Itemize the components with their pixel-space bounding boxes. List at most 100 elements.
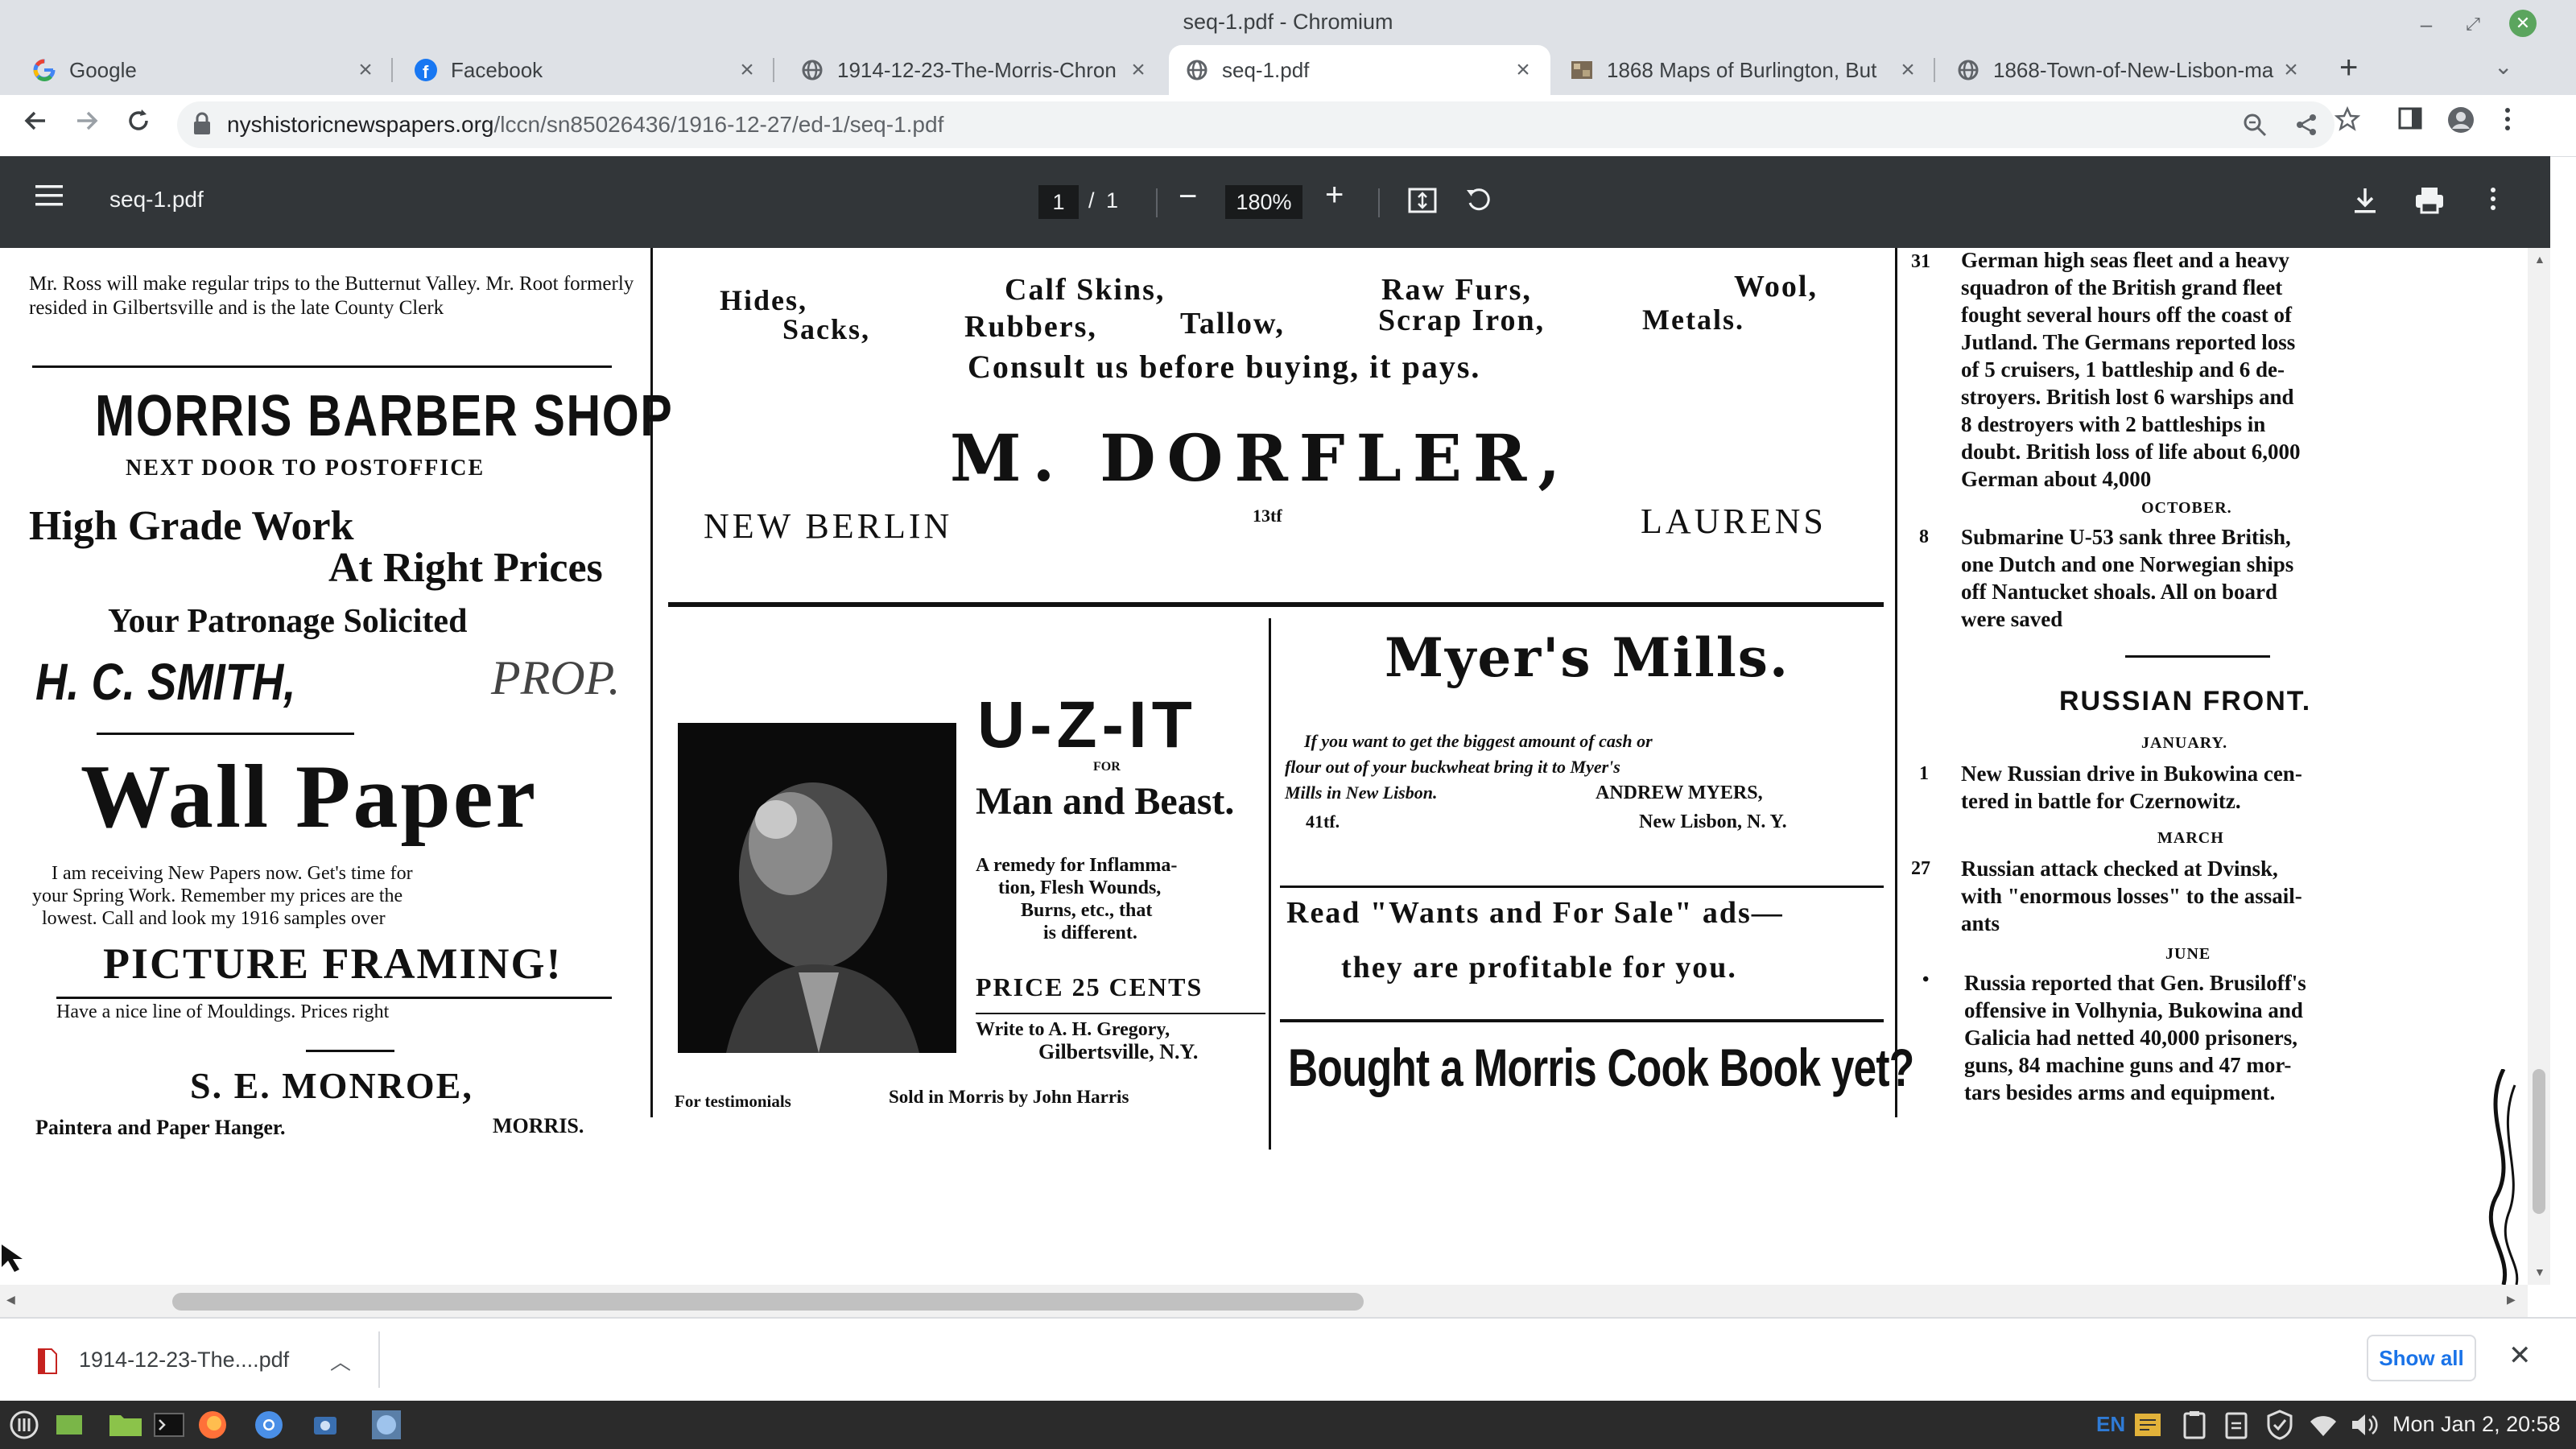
tab-close-icon[interactable]: ×	[1897, 56, 1919, 84]
new-tab-button[interactable]: +	[2339, 50, 2358, 86]
tab-close-icon[interactable]: ×	[354, 56, 377, 84]
window-title: seq-1.pdf - Chromium	[1183, 10, 1393, 34]
terminal-icon[interactable]	[153, 1409, 185, 1441]
ad-subline: NEXT DOOR TO POSTOFFICE	[126, 456, 485, 481]
forward-button[interactable]	[68, 106, 106, 145]
tab-close-icon[interactable]: ×	[2280, 56, 2302, 84]
svg-text:f: f	[423, 62, 429, 82]
browser-menu-icon[interactable]	[2504, 106, 2512, 138]
rotate-icon[interactable]	[1463, 185, 1494, 220]
maximize-button[interactable]: ⤢	[2457, 8, 2489, 40]
ad-line: High Grade Work	[29, 503, 354, 549]
screenshot-tool-icon[interactable]	[309, 1409, 341, 1441]
taskbar-clock[interactable]: Mon Jan 2, 20:58	[2392, 1412, 2561, 1437]
scroll-up-arrow-icon[interactable]: ▲	[2534, 253, 2545, 266]
pdf-more-menu-icon[interactable]	[2489, 185, 2497, 217]
hamburger-menu-icon[interactable]	[35, 184, 64, 212]
tab-google[interactable]: Google ×	[16, 45, 393, 95]
tab-label: 1868-Town-of-New-Lisbon-ma	[1993, 57, 2274, 82]
tab-seq-1-pdf[interactable]: seq-1.pdf ×	[1169, 45, 1550, 95]
ad-footer: For testimonials	[675, 1092, 791, 1111]
chronology-line: offensive in Volhynia, Bukowina and	[1964, 998, 2303, 1022]
chevron-up-icon[interactable]: ︿	[330, 1346, 351, 1376]
print-icon[interactable]	[2413, 185, 2446, 220]
chronology-line: tars besides arms and equipment.	[1964, 1080, 2276, 1104]
scroll-left-arrow-icon[interactable]: ◀	[6, 1293, 15, 1307]
back-button[interactable]	[16, 106, 55, 145]
download-item[interactable]: 1914-12-23-The....pdf ︿	[24, 1331, 380, 1388]
pdf-toolbar: seq-1.pdf 1 / 1 − 180% +	[0, 156, 2550, 248]
ad-body-line: MORRIS.	[493, 1114, 584, 1137]
vertical-scrollbar[interactable]: ▲ ▼	[2528, 248, 2550, 1285]
chromium-icon[interactable]	[253, 1409, 285, 1441]
tab-close-icon[interactable]: ×	[1127, 56, 1150, 84]
page-total: 1	[1106, 188, 1119, 213]
keyboard-layout-indicator[interactable]: EN	[2096, 1412, 2125, 1437]
wifi-icon[interactable]	[2307, 1409, 2339, 1441]
ad-body-line: is different.	[1043, 923, 1137, 943]
globe-icon	[800, 58, 824, 82]
chronology-line: squadron of the British grand fleet	[1961, 275, 2283, 299]
ad-headline: Bought a Morris Cook Book yet?	[1288, 1038, 1914, 1097]
file-manager-icon[interactable]	[108, 1409, 142, 1441]
tab-separator	[1934, 58, 1935, 82]
vertical-scroll-thumb[interactable]	[2533, 1069, 2545, 1214]
tab-label: Google	[69, 57, 137, 82]
close-window-button[interactable]: ✕	[2509, 10, 2537, 37]
tab-morris-chronicle[interactable]: 1914-12-23-The-Morris-Chron ×	[784, 45, 1166, 95]
bookmark-star-icon[interactable]	[2334, 105, 2361, 138]
side-panel-icon[interactable]	[2397, 106, 2423, 137]
ad-proprietor: H. C. SMITH,	[35, 653, 296, 711]
show-desktop-icon[interactable]	[53, 1409, 85, 1441]
tab-facebook[interactable]: f Facebook ×	[398, 45, 774, 95]
ad-body-line: lowest. Call and look my 1916 samples ov…	[42, 908, 386, 929]
notes-app-icon[interactable]	[2132, 1409, 2164, 1441]
tab-search-chevron-icon[interactable]: ⌄	[2494, 53, 2512, 80]
shield-icon[interactable]	[2264, 1409, 2296, 1441]
zoom-magnifier-icon[interactable]	[2243, 113, 2267, 143]
minimize-button[interactable]: –	[2410, 8, 2442, 40]
horizontal-scroll-thumb[interactable]	[172, 1293, 1364, 1311]
ad-line: At Right Prices	[328, 545, 603, 591]
tab-1868-town-new-lisbon[interactable]: 1868-Town-of-New-Lisbon-ma ×	[1940, 45, 2318, 95]
google-icon	[32, 58, 56, 82]
newspaper-page: Mr. Ross will make regular trips to the …	[0, 248, 2528, 1285]
clipboard-icon[interactable]	[2178, 1409, 2211, 1441]
url-path: /lccn/sn85026436/1916-12-27/ed-1/seq-1.p…	[493, 112, 944, 137]
tab-close-icon[interactable]: ×	[736, 56, 758, 84]
chronology-line: Jutland. The Germans reported loss	[1961, 330, 2296, 354]
close-download-shelf-icon[interactable]: ✕	[2508, 1340, 2532, 1372]
page-number-input[interactable]: 1	[1038, 185, 1079, 219]
tab-1868-maps-burlington[interactable]: 1868 Maps of Burlington, But ×	[1554, 45, 1935, 95]
pdf-viewer[interactable]: Mr. Ross will make regular trips to the …	[0, 248, 2528, 1285]
tab-separator	[773, 58, 774, 82]
volume-icon[interactable]	[2347, 1409, 2380, 1441]
chronology-line: German high seas fleet and a heavy	[1961, 248, 2289, 272]
scroll-right-arrow-icon[interactable]: ▶	[2507, 1293, 2516, 1307]
address-bar[interactable]: nyshistoricnewspapers.org/lccn/sn8502643…	[177, 101, 2334, 148]
ad-body-line: your Spring Work. Remember my prices are…	[32, 886, 403, 906]
profile-avatar-icon[interactable]	[2447, 106, 2475, 140]
globe-icon	[1185, 58, 1209, 82]
horizontal-scrollbar[interactable]: ◀ ▶	[0, 1285, 2528, 1317]
download-icon[interactable]	[2351, 185, 2380, 220]
zoom-level-input[interactable]: 180%	[1225, 185, 1302, 219]
zoom-in-button[interactable]: +	[1325, 177, 1344, 213]
system-menu-icon[interactable]	[8, 1409, 40, 1441]
scroll-down-arrow-icon[interactable]: ▼	[2534, 1265, 2545, 1278]
column-rule	[1895, 248, 1897, 1117]
ad-town: NEW BERLIN	[704, 506, 953, 546]
tab-close-icon[interactable]: ×	[1512, 56, 1534, 84]
share-icon[interactable]	[2294, 113, 2318, 143]
chromium-window-icon[interactable]	[370, 1409, 402, 1441]
show-all-downloads-button[interactable]: Show all	[2367, 1335, 2476, 1381]
lock-icon[interactable]	[192, 111, 213, 141]
firefox-icon[interactable]	[196, 1409, 229, 1441]
ad-body-line: Have a nice line of Mouldings. Prices ri…	[56, 1001, 390, 1022]
fit-to-page-icon[interactable]	[1407, 185, 1438, 220]
section-rule	[32, 365, 612, 368]
reload-button[interactable]	[119, 106, 158, 145]
ad-body-line: Gilbertsville, N.Y.	[1038, 1040, 1199, 1063]
clipboard-manager-icon[interactable]	[2220, 1409, 2252, 1441]
zoom-out-button[interactable]: −	[1179, 179, 1197, 215]
